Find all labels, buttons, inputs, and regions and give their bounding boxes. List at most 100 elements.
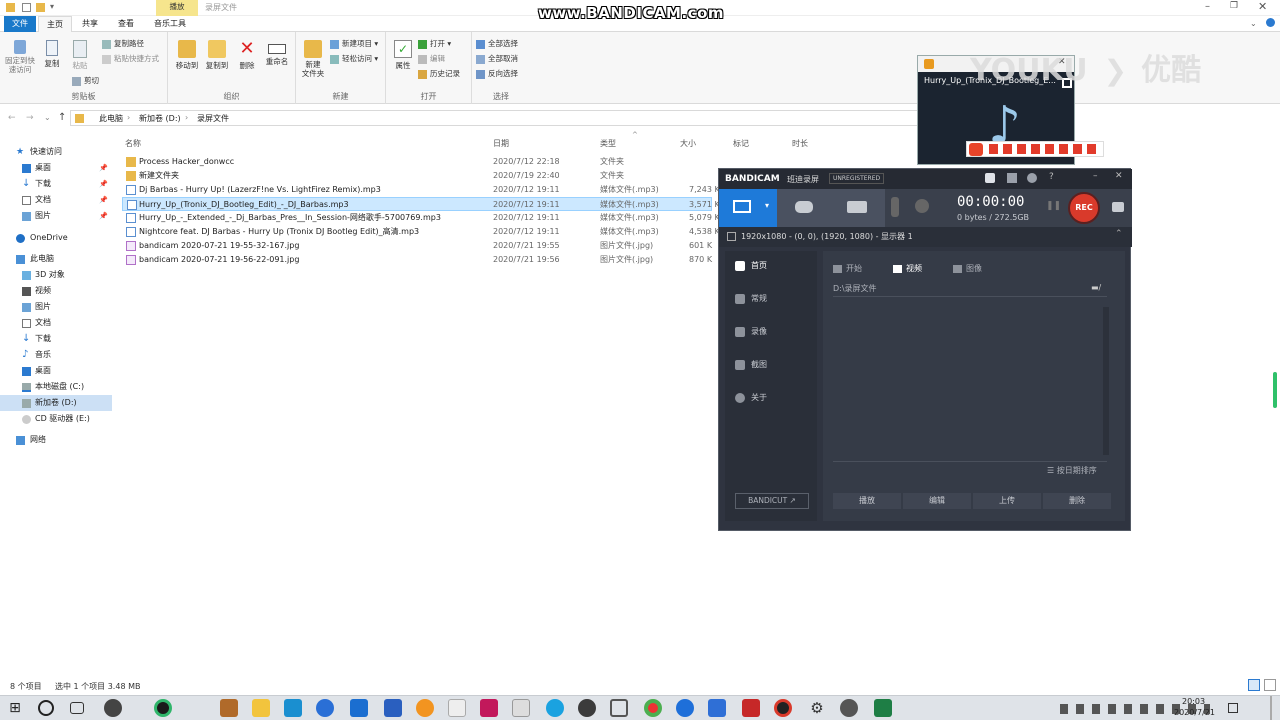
input-method-toolbar[interactable] [966,141,1104,157]
screenshot-camera-icon[interactable] [1112,202,1124,212]
nav-desktop-pinned[interactable]: 桌面 📌 [0,160,112,176]
nav-documents-pinned[interactable]: 文档 📌 [0,192,112,208]
bandicut-button[interactable]: BANDICUT ↗ [735,493,809,509]
nav-3d-objects[interactable]: 3D 对象 [0,267,112,283]
delete-button[interactable]: 删除 [1043,493,1111,509]
file-explorer-icon[interactable] [252,699,270,717]
game-mode-button[interactable] [777,189,831,227]
rename-button[interactable]: 重命名 [262,40,292,67]
nav-desktop[interactable]: 桌面 [0,363,112,379]
breadcrumb-recordings[interactable]: 录屏文件 [197,113,229,124]
up-arrow-icon[interactable]: ↑ [58,112,66,123]
nav-drive-d[interactable]: 新加卷 (D:) [0,395,112,411]
copy-to-button[interactable]: 复制到 [202,40,232,71]
back-arrow-icon[interactable]: ← [8,113,16,123]
properties-button[interactable]: ✓ 属性 [390,40,416,71]
tab-file[interactable]: 文件 [4,16,36,32]
file-row[interactable]: bandicam 2020-07-21 19-55-32-167.jpg 202… [122,239,712,253]
new-folder-button[interactable]: 新建 文件夹 [298,40,328,78]
upload-button[interactable]: 上传 [973,493,1041,509]
capture-area-bar[interactable]: 1920x1080 - (0, 0), (1920, 1080) - 显示器 1… [719,227,1132,247]
app-icon-4[interactable] [284,699,302,717]
webcam-icon[interactable] [915,199,929,213]
sidebar-item-video[interactable]: 录像 [735,325,767,339]
sidebar-item-home[interactable]: 首页 [735,259,767,273]
column-header-size[interactable]: 大小 [680,138,696,149]
app-icon-6[interactable] [384,699,402,717]
nav-pictures-pinned[interactable]: 图片 📌 [0,208,112,224]
app-icon-8[interactable] [448,699,466,717]
app-icon-9[interactable] [480,699,498,717]
nav-downloads-pinned[interactable]: ↓ 下载 📌 [0,176,112,192]
nav-drive-e[interactable]: CD 驱动器 (E:) [0,411,112,427]
select-all-button[interactable]: 全部选择 [476,38,518,49]
delete-button[interactable]: ✕ 删除 [234,40,260,71]
quick-access-dropdown-icon[interactable]: ▾ [50,2,54,11]
column-header-name[interactable]: 名称 [125,138,141,149]
clock-time[interactable]: 20:03 [1182,697,1205,706]
sidebar-item-general[interactable]: 常规 [735,292,767,306]
tab-home[interactable]: 主页 [38,16,72,32]
context-tab-play[interactable]: 播放 [156,0,198,16]
file-row[interactable]: Hurry_Up_-_Extended_-_Dj_Barbas_Pres__In… [122,211,720,225]
app-icon-11[interactable] [546,699,564,717]
folder-icon[interactable] [1007,173,1017,183]
microphone-icon[interactable] [891,197,899,217]
browser-icon-1[interactable] [316,699,334,717]
nav-videos[interactable]: 视频 [0,283,112,299]
sort-by-date[interactable]: ☰ 按日期排序 [1047,465,1097,476]
lock-icon[interactable] [985,173,995,183]
breadcrumb-this-pc[interactable]: 此电脑 [99,113,123,124]
recent-locations-icon[interactable]: ⌄ [44,113,51,122]
new-item-button[interactable]: 新建项目 ▾ [330,38,378,49]
easy-access-button[interactable]: 轻松访问 ▾ [330,53,378,64]
app-icon-3[interactable] [220,699,238,717]
cut-button[interactable]: 剪切 [72,75,99,86]
pin-quick-access-button[interactable]: 固定到快速访问 [4,40,36,74]
copy-button[interactable]: 复制 [40,40,64,69]
help-icon[interactable] [1266,18,1275,27]
nav-downloads[interactable]: ↓ 下载 [0,331,112,347]
details-view-icon[interactable] [1248,679,1260,691]
nav-documents[interactable]: 文档 [0,315,112,331]
pause-icon[interactable]: ❚❚ [1046,201,1061,211]
select-none-button[interactable]: 全部取消 [476,53,518,64]
help-icon[interactable]: ? [1049,172,1054,182]
open-button[interactable]: 打开 ▾ [418,38,451,49]
notification-icon[interactable] [1228,703,1238,713]
file-row[interactable]: Process Hacker_donwcc 2020/7/12 22:18 文件… [122,155,712,169]
breadcrumb-drive-d[interactable]: 新加卷 (D:) [139,113,181,124]
file-row[interactable]: bandicam 2020-07-21 19-56-22-091.jpg 202… [122,253,712,267]
forward-arrow-icon[interactable]: → [26,113,34,123]
minimize-button[interactable]: – [1093,171,1098,181]
history-button[interactable]: 历史记录 [418,68,460,79]
tab-image[interactable]: 图像 [953,263,982,274]
app-icon-12[interactable] [578,699,596,717]
paste-button[interactable]: 粘贴 [68,40,92,71]
invert-selection-button[interactable]: 反向选择 [476,68,518,79]
list-scrollbar[interactable] [1103,307,1109,455]
mode-dropdown-icon[interactable]: ▾ [765,201,769,210]
chrome-icon[interactable] [644,699,662,717]
play-button[interactable]: 播放 [833,493,901,509]
search-icon[interactable] [38,700,54,716]
license-badge[interactable]: UNREGISTERED [829,173,885,184]
close-button[interactable]: ✕ [1115,171,1123,181]
collapse-icon[interactable]: ⌃ [1115,229,1123,239]
copy-path-button[interactable]: 复制路径 [102,38,144,49]
minimize-button[interactable]: – [1205,1,1210,12]
column-header-date[interactable]: 日期 [493,138,509,149]
properties-quick-icon[interactable] [22,3,31,12]
open-folder-icon[interactable]: ▬/ [1091,283,1101,292]
large-icons-view-icon[interactable] [1264,679,1276,691]
column-header-duration[interactable]: 时长 [792,138,808,149]
device-mode-button[interactable] [831,189,885,227]
task-view-icon[interactable] [70,702,84,714]
app-icon-16[interactable] [840,699,858,717]
file-row-selected[interactable]: Hurry_Up_(Tronix_DJ_Bootleg_Edit)_-_DJ_B… [122,197,720,211]
screen-mode-button[interactable]: ▾ [719,189,777,227]
app-icon-5[interactable] [350,699,368,717]
nav-drive-c[interactable]: 本地磁盘 (C:) [0,379,112,395]
tab-music-tools[interactable]: 音乐工具 [146,16,194,32]
nav-pictures[interactable]: 图片 [0,299,112,315]
